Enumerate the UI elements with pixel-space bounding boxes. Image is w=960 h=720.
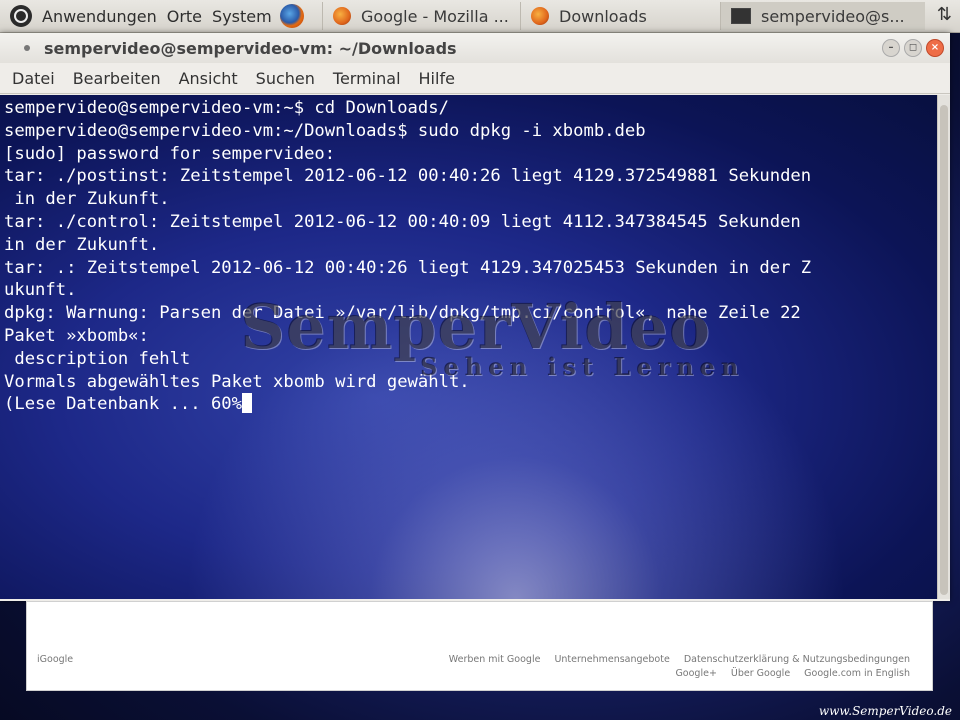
menu-orte[interactable]: Orte xyxy=(167,7,202,26)
terminal-icon xyxy=(731,8,751,24)
menu-suchen[interactable]: Suchen xyxy=(256,69,315,88)
window-menu-icon[interactable] xyxy=(24,45,30,51)
terminal-line: in der Zukunft. xyxy=(4,189,170,210)
menu-system[interactable]: System xyxy=(212,7,272,26)
task-label: sempervideo@s... xyxy=(761,6,905,26)
menu-terminal[interactable]: Terminal xyxy=(333,69,401,88)
igoogle-link[interactable]: iGoogle xyxy=(37,654,73,665)
menu-hilfe[interactable]: Hilfe xyxy=(419,69,455,88)
footer-link[interactable]: Unternehmensangebote xyxy=(554,654,669,665)
minimize-button[interactable]: – xyxy=(882,39,900,57)
watermark-tagline: Sehen ist Lernen xyxy=(420,352,745,381)
task-label: Google - Mozilla ... xyxy=(361,6,509,26)
terminal-line: sempervideo@sempervideo-vm:~/Downloads$ … xyxy=(4,120,646,141)
terminal-output[interactable]: sempervideo@sempervideo-vm:~$ cd Downloa… xyxy=(0,95,938,599)
menu-anwendungen[interactable]: Anwendungen xyxy=(42,7,157,26)
terminal-line: tar: .: Zeitstempel 2012-06-12 00:40:26 … xyxy=(4,257,812,278)
footer-link[interactable]: Google.com in English xyxy=(804,668,910,679)
terminal-line: in der Zukunft. xyxy=(4,234,160,255)
network-arrows-icon[interactable]: ⇅ xyxy=(937,4,952,25)
firefox-launcher-icon[interactable] xyxy=(279,4,304,28)
footer-link[interactable]: Datenschutzerklärung & Nutzungsbedingung… xyxy=(684,654,910,665)
terminal-line: description fehlt xyxy=(4,348,191,369)
ubuntu-logo-icon[interactable] xyxy=(10,5,32,27)
footer-link[interactable]: Google+ xyxy=(675,668,716,679)
task-firefox-google[interactable]: Google - Mozilla ... xyxy=(322,2,517,30)
terminal-line: tar: ./control: Zeitstempel 2012-06-12 0… xyxy=(4,211,801,232)
menubar: Datei Bearbeiten Ansicht Suchen Terminal… xyxy=(0,63,950,94)
terminal-line: Paket »xbomb«: xyxy=(4,325,149,346)
task-label: Downloads xyxy=(559,6,647,26)
terminal-line: tar: ./postinst: Zeitstempel 2012-06-12 … xyxy=(4,166,812,187)
terminal-line: [sudo] password for sempervideo: xyxy=(4,143,336,164)
top-panel: Anwendungen Orte System Google - Mozilla… xyxy=(0,0,960,33)
terminal-line: (Lese Datenbank ... 60% xyxy=(4,394,242,415)
maximize-button[interactable]: ◻ xyxy=(904,39,922,57)
scrollbar-thumb[interactable] xyxy=(940,105,948,595)
task-downloads[interactable]: Downloads xyxy=(520,2,721,30)
window-title: sempervideo@sempervideo-vm: ~/Downloads xyxy=(44,38,457,58)
terminal-window: sempervideo@sempervideo-vm: ~/Downloads … xyxy=(0,33,950,601)
close-button[interactable]: × xyxy=(926,39,944,57)
terminal-scrollbar[interactable] xyxy=(937,95,950,599)
browser-window-footer: iGoogle Werben mit Google Unternehmensan… xyxy=(26,601,933,691)
window-titlebar[interactable]: sempervideo@sempervideo-vm: ~/Downloads … xyxy=(0,33,950,63)
task-terminal[interactable]: sempervideo@s... xyxy=(720,2,925,30)
menu-datei[interactable]: Datei xyxy=(12,69,55,88)
footer-link[interactable]: Werben mit Google xyxy=(449,654,541,665)
firefox-icon xyxy=(531,7,549,25)
firefox-icon xyxy=(333,7,351,25)
terminal-cursor xyxy=(242,393,252,414)
footer-link[interactable]: Über Google xyxy=(731,668,790,679)
menu-bearbeiten[interactable]: Bearbeiten xyxy=(73,69,161,88)
terminal-line: ukunft. xyxy=(4,280,77,301)
credit-text: www.SemperVideo.de xyxy=(818,704,952,718)
terminal-line: dpkg: Warnung: Parsen der Datei »/var/li… xyxy=(4,303,801,324)
terminal-line: Vormals abgewähltes Paket xbomb wird gew… xyxy=(4,371,470,392)
terminal-line: sempervideo@sempervideo-vm:~$ cd Downloa… xyxy=(4,98,449,118)
menu-ansicht[interactable]: Ansicht xyxy=(179,69,238,88)
